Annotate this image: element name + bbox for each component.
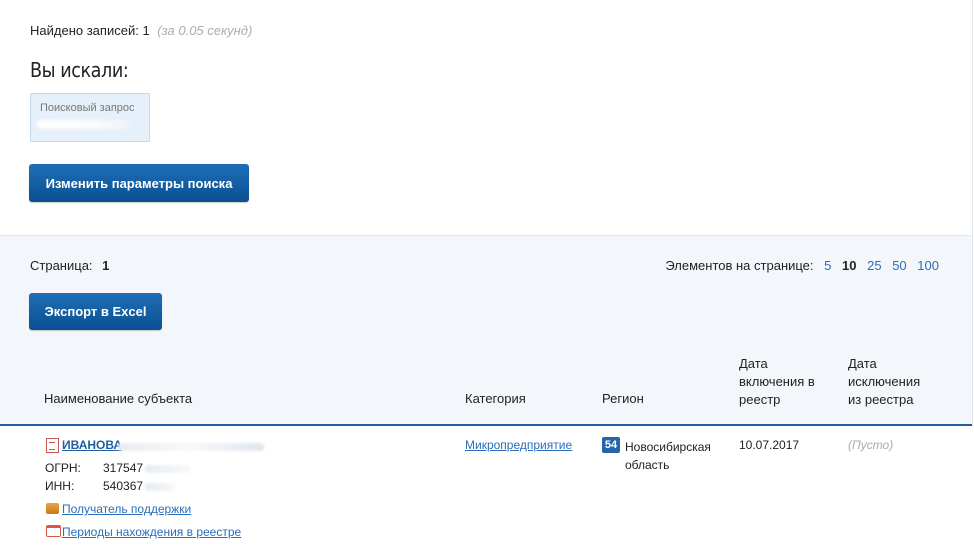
date-out-line-3: из реестра [848,392,914,407]
per-page-option-100[interactable]: 100 [917,258,939,273]
calendar-icon [46,525,61,537]
ogrn-value: 317547 [103,461,144,475]
column-header-date-out[interactable]: Дата исключения из реестра [848,355,920,409]
records-found: Найдено записей: 1 (за 0.05 секунд) [30,23,252,38]
per-page-option-5[interactable]: 5 [824,258,831,273]
document-icon [46,438,59,453]
per-page-option-50[interactable]: 50 [892,258,906,273]
column-header-name[interactable]: Наименование субъекта [44,390,192,408]
per-page-option-25[interactable]: 25 [867,258,881,273]
change-search-button[interactable]: Изменить параметры поиска [29,164,249,202]
ogrn-label: ОГРН: [45,461,81,475]
column-header-category[interactable]: Категория [465,390,526,408]
ogrn-redacted [145,465,190,473]
found-count: 1 [142,23,150,38]
page-label: Страница: [30,258,93,273]
region-code-badge: 54 [602,437,620,453]
region-name-line-2: область [625,458,670,472]
date-out-line-2: исключения [848,374,921,389]
search-time: (за 0.05 секунд) [157,23,253,38]
column-header-region[interactable]: Регион [602,390,644,408]
inn-redacted [145,483,175,491]
per-page-label: Элементов на странице: [665,258,814,273]
subject-name-redacted [118,443,264,451]
date-in-line-1: Дата [739,356,768,371]
inn-label: ИНН: [45,479,75,493]
page-indicator: Страница: 1 [30,258,109,273]
region-name-line-1: Новосибирская [625,440,711,454]
search-heading: Вы искали: [30,58,129,82]
date-out-line-1: Дата [848,356,877,371]
subject-name-link[interactable]: ИВАНОВА [62,438,122,452]
region-name: Новосибирская область [625,438,715,474]
query-label: Поисковый запрос [40,102,135,114]
found-label: Найдено записей: [30,23,139,38]
export-excel-button[interactable]: Экспорт в Excel [29,293,162,330]
registry-periods-link[interactable]: Периоды нахождения в реестре [62,525,241,539]
date-excluded: (Пусто) [848,438,894,452]
date-in-line-2: включения в [739,374,815,389]
date-in-line-3: реестр [739,392,781,407]
support-recipient-link[interactable]: Получатель поддержки [62,502,191,516]
search-query-chip: Поисковый запрос [30,93,150,142]
query-value-redacted [37,120,129,129]
per-page-selector: Элементов на странице: 5 10 25 50 100 [665,258,939,273]
per-page-option-10: 10 [842,258,857,273]
date-included: 10.07.2017 [739,438,800,452]
support-icon [46,503,59,514]
inn-value: 540367 [103,479,144,493]
page-value: 1 [102,258,110,273]
column-header-date-in[interactable]: Дата включения в реестр [739,355,815,409]
category-link[interactable]: Микропредприятие [465,438,572,452]
